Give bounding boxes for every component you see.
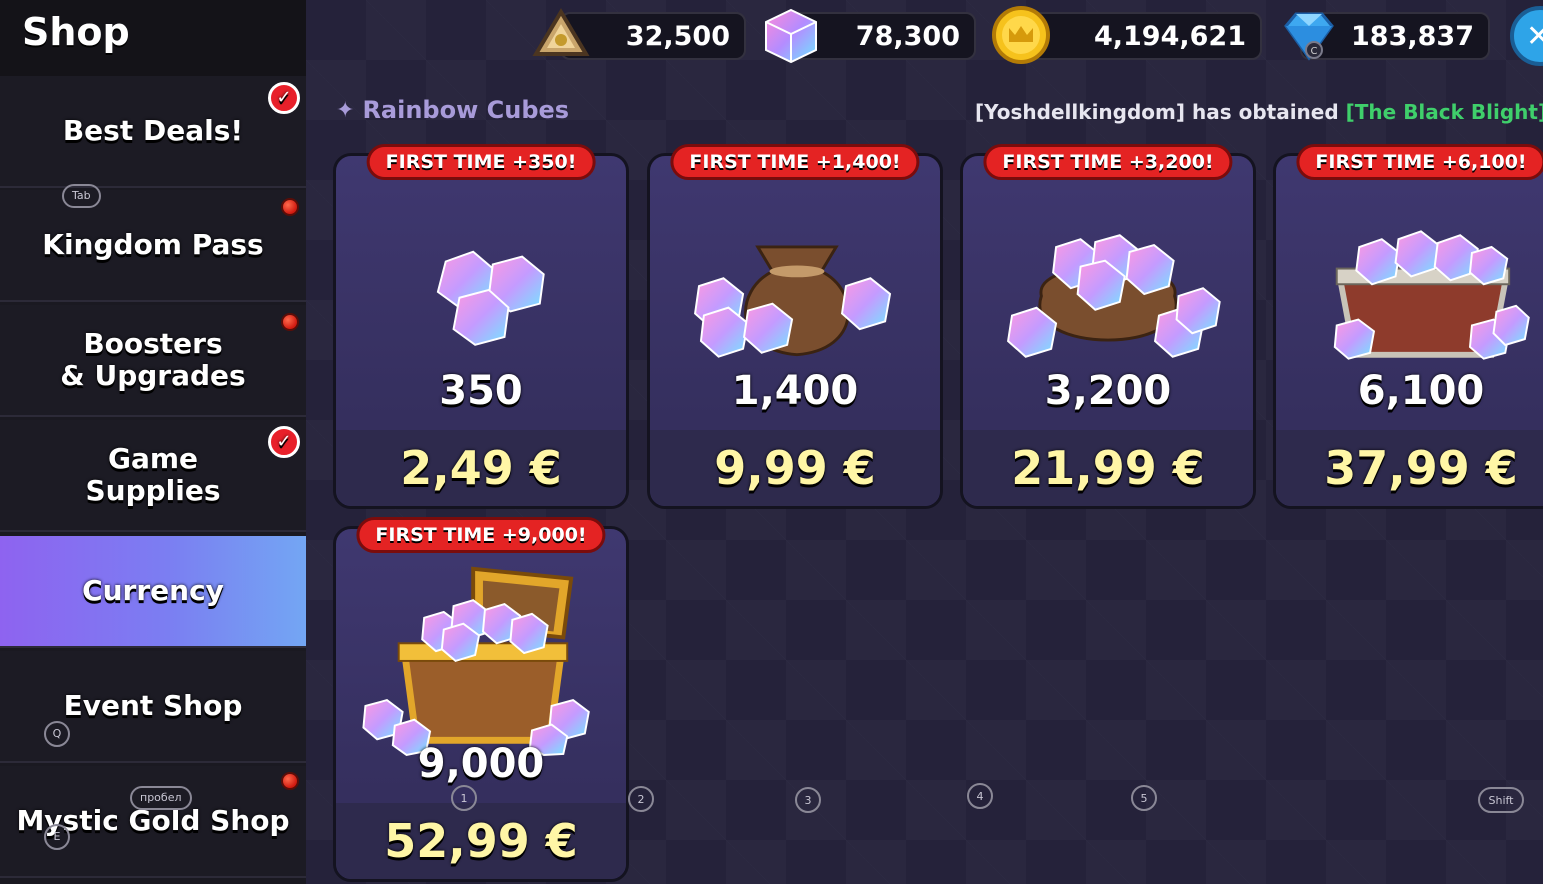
- product-card-3200[interactable]: FIRST TIME +3,200! 3,200 21,99 €: [960, 144, 1256, 509]
- rainbow-cubes-icon: [436, 250, 545, 346]
- e-key-hint: E: [44, 824, 70, 850]
- q-key-hint: Q: [44, 721, 70, 747]
- section-title: ✦ Rainbow Cubes: [336, 96, 569, 124]
- check-badge-icon: ✓: [268, 426, 300, 458]
- page-title: Shop: [22, 10, 130, 54]
- shift-key-hint: Shift: [1478, 787, 1524, 813]
- check-badge-icon: ✓: [268, 82, 300, 114]
- key-hint-3: 3: [795, 787, 821, 813]
- sidebar-item-game-supplies[interactable]: Game Supplies ✓: [0, 420, 306, 532]
- first-time-ribbon: FIRST TIME +3,200!: [983, 144, 1233, 180]
- cube-chest-icon: [1333, 230, 1530, 360]
- product-card-6100[interactable]: FIRST TIME +6,100! 6,100 37,99 €: [1273, 144, 1543, 509]
- price-label: 2,49 €: [400, 441, 562, 495]
- tab-key-hint: Tab: [62, 184, 101, 208]
- product-amount: 3,200: [1044, 368, 1172, 414]
- stamina-value: 32,500: [625, 20, 730, 52]
- ticker-item: [The Black Blight]: [1345, 100, 1543, 124]
- product-amount: 350: [439, 368, 523, 414]
- key-hint-1: 1: [451, 785, 477, 811]
- key-hint-4: 4: [967, 783, 993, 809]
- sidebar-item-label: Boosters & Upgrades: [60, 327, 246, 392]
- price-button[interactable]: 2,49 €: [336, 430, 626, 506]
- sidebar-item-label: Game Supplies: [85, 442, 221, 507]
- product-amount: 9,000: [417, 741, 545, 787]
- cube-bag-icon: [694, 245, 892, 358]
- product-card-350[interactable]: FIRST TIME +350! 350 2,49 €: [333, 144, 629, 509]
- sidebar-item-label: Best Deals!: [62, 114, 244, 147]
- first-time-ribbon: FIRST TIME +6,100!: [1296, 144, 1543, 180]
- first-time-ribbon: FIRST TIME +350!: [366, 144, 596, 180]
- product-amount: 1,400: [731, 368, 859, 414]
- price-button[interactable]: 21,99 €: [963, 430, 1253, 506]
- first-time-ribbon: FIRST TIME +1,400!: [670, 144, 920, 180]
- sidebar-item-mystic-gold-shop[interactable]: Mystic Gold Shop пробел E: [0, 766, 306, 878]
- price-button[interactable]: 37,99 €: [1276, 430, 1543, 506]
- sidebar-item-kingdom-pass[interactable]: Kingdom Pass Tab: [0, 184, 306, 302]
- key-hint-2: 2: [628, 786, 654, 812]
- notification-dot-icon: [281, 198, 299, 216]
- sparkle-icon: ✦: [336, 97, 355, 123]
- coin-value: 4,194,621: [1093, 20, 1246, 52]
- ticker-text: has obtained: [1185, 100, 1346, 124]
- product-card-1400[interactable]: FIRST TIME +1,400! 1,400 9,99 €: [647, 144, 943, 509]
- coin-counter[interactable]: 4,194,621: [1018, 12, 1262, 60]
- space-key-hint: пробел: [130, 786, 192, 810]
- notification-dot-icon: [281, 313, 299, 331]
- sidebar-item-currency[interactable]: Currency: [0, 536, 306, 648]
- sidebar-item-best-deals[interactable]: Best Deals! ✓: [0, 76, 306, 188]
- key-hint-5: 5: [1131, 785, 1157, 811]
- sidebar-item-label: Kingdom Pass: [42, 228, 264, 261]
- announcement-ticker: [Yoshdellkingdom] has obtained [The Blac…: [975, 100, 1543, 128]
- price-button[interactable]: 9,99 €: [650, 430, 940, 506]
- rainbow-cube-value: 78,300: [855, 20, 960, 52]
- sidebar-item-event-shop[interactable]: Event Shop Q: [0, 651, 306, 763]
- crystal-icon: C: [1284, 12, 1334, 61]
- first-time-ribbon: FIRST TIME +9,000!: [356, 517, 606, 553]
- stamina-icon: [532, 8, 590, 56]
- price-label: 37,99 €: [1324, 441, 1518, 495]
- gold-chest-icon: [362, 566, 590, 757]
- sidebar-item-label: Event Shop: [63, 689, 243, 722]
- large-cube-bag-icon: [1007, 234, 1221, 358]
- price-label: 52,99 €: [384, 814, 578, 868]
- sidebar-item-boosters-upgrades[interactable]: Boosters & Upgrades: [0, 305, 306, 417]
- ticker-player: [Yoshdellkingdom]: [975, 100, 1186, 124]
- c-key-hint: C: [1311, 46, 1318, 57]
- product-card-9000[interactable]: FIRST TIME +9,000! 9,000 52,99 €: [333, 517, 629, 882]
- price-label: 9,99 €: [714, 441, 876, 495]
- product-amount: 6,100: [1357, 368, 1485, 414]
- crystal-value: 183,837: [1351, 20, 1474, 52]
- price-button[interactable]: 52,99 €: [336, 803, 626, 879]
- gold-crown-coin-icon: [992, 6, 1050, 64]
- sidebar: Shop Best Deals! ✓ Kingdom Pass Tab Boos…: [0, 0, 306, 884]
- section-title-text: Rainbow Cubes: [362, 96, 570, 124]
- notification-dot-icon: [281, 772, 299, 790]
- rainbow-cube-icon: [765, 8, 817, 64]
- price-label: 21,99 €: [1011, 441, 1205, 495]
- sidebar-item-label: Currency: [82, 574, 224, 607]
